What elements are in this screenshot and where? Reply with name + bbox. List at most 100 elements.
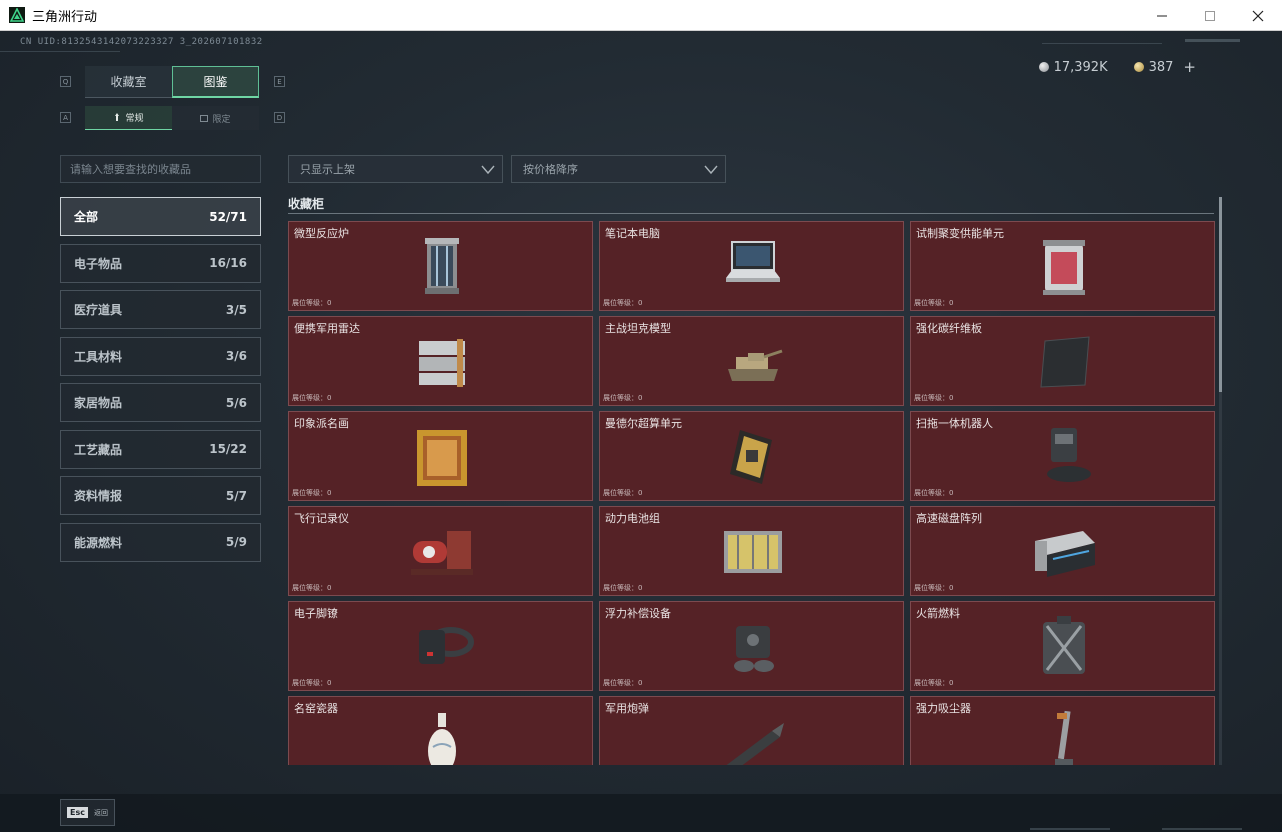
supercomputer-icon <box>730 430 772 484</box>
card-item-name: 飞行记录仪 <box>294 512 349 525</box>
footer-bar: Esc 返回 <box>0 794 1282 832</box>
fusion-unit-icon <box>1043 240 1085 295</box>
decorative-line <box>1042 43 1162 44</box>
category-count: 15/22 <box>209 442 247 456</box>
card-level-label: 展位等级：0 <box>914 489 954 497</box>
robot-vacuum-icon <box>1047 428 1091 482</box>
collection-card[interactable]: 笔记本电脑 展位等级：0 <box>599 221 904 311</box>
collection-card[interactable]: 飞行记录仪展位等级：0 <box>288 506 593 596</box>
collection-card[interactable]: 浮力补偿设备 展位等级：0 <box>599 601 904 691</box>
card-item-name: 军用炮弹 <box>605 702 649 715</box>
category-count: 5/7 <box>225 488 247 503</box>
card-item-name: 火箭燃料 <box>916 607 960 620</box>
card-item-name: 印象派名画 <box>294 417 349 430</box>
category-item[interactable]: 全部 52/71 <box>60 197 261 236</box>
collection-card[interactable]: 强化碳纤维板 展位等级：0 <box>910 316 1215 406</box>
reactor-icon <box>425 238 459 294</box>
painting-icon <box>417 430 467 486</box>
regular-icon <box>115 113 120 121</box>
section-title: 收藏柜 <box>288 197 325 211</box>
collection-card[interactable]: 试制聚变供能单元 展位等级：0 <box>910 221 1215 311</box>
category-label: 能源燃料 <box>74 535 123 550</box>
battery-pack-icon <box>724 531 782 573</box>
section-divider <box>288 213 1214 214</box>
close-button[interactable] <box>1234 0 1282 31</box>
card-item-name: 笔记本电脑 <box>605 227 660 240</box>
sort-dropdown[interactable]: 按价格降序 <box>511 155 726 183</box>
flight-recorder-icon <box>411 531 473 575</box>
category-count: 5/9 <box>225 535 247 549</box>
subtab-regular[interactable]: 常规 <box>85 106 172 130</box>
card-level-label: 展位等级：0 <box>603 489 643 497</box>
back-button[interactable]: Esc 返回 <box>60 799 115 826</box>
app-logo-icon <box>9 7 25 23</box>
card-level-label: 展位等级：0 <box>292 394 332 402</box>
tab-collection-room[interactable]: 收藏室 <box>85 66 172 98</box>
collection-card[interactable]: 主战坦克模型 展位等级：0 <box>599 316 904 406</box>
maximize-button[interactable] <box>1186 0 1234 31</box>
decorative-bar <box>1162 828 1242 830</box>
ankle-monitor-icon <box>419 627 474 664</box>
carbon-plate-icon <box>1040 336 1090 388</box>
collection-card[interactable]: 微型反应炉 展位等级：0 <box>288 221 593 311</box>
currency-gold: 387 <box>1133 60 1173 75</box>
category-item[interactable]: 工艺藏品 15/22 <box>60 429 261 469</box>
collection-card[interactable]: 便携军用雷达 展位等级：0 <box>288 316 593 406</box>
card-level-label: 展位等级：0 <box>292 679 332 687</box>
card-item-name: 试制聚变供能单元 <box>916 227 1004 240</box>
category-item[interactable]: 工具材料 3/6 <box>60 336 261 376</box>
category-count: 3/5 <box>225 302 247 317</box>
card-item-name: 动力电池组 <box>605 512 660 525</box>
card-level-label: 展位等级：0 <box>914 394 954 402</box>
subtab-limited-label: 限定 <box>212 114 231 125</box>
category-label: 电子物品 <box>74 256 123 271</box>
category-label: 家居物品 <box>74 396 123 410</box>
key-hint-e: E <box>274 76 285 87</box>
search-input[interactable] <box>60 155 261 183</box>
player-uid: CN UID:8132543142073223327 3_20260710183… <box>20 37 263 47</box>
category-item[interactable]: 资料情报 5/7 <box>60 476 261 515</box>
collection-card[interactable]: 动力电池组 展位等级：0 <box>599 506 904 596</box>
collection-card[interactable]: 名窑瓷器展位等级：0 <box>288 696 593 765</box>
decorative-bar <box>1030 828 1110 830</box>
category-count: 16/16 <box>209 256 247 270</box>
chevron-down-icon <box>704 165 718 175</box>
subtab-limited[interactable]: 限定 <box>172 106 259 130</box>
artillery-shell-icon <box>726 723 784 765</box>
category-item[interactable]: 家居物品 5/6 <box>60 383 261 422</box>
collection-card[interactable]: 火箭燃料 展位等级：0 <box>910 601 1215 691</box>
category-label: 医疗道具 <box>74 303 123 317</box>
card-item-name: 扫拖一体机器人 <box>916 417 993 430</box>
add-currency-button[interactable]: + <box>1183 58 1196 76</box>
category-item[interactable]: 医疗道具 3/5 <box>60 290 261 329</box>
card-level-label: 展位等级：0 <box>292 584 332 592</box>
card-item-name: 电子脚镣 <box>294 607 338 620</box>
radar-icon <box>419 339 465 387</box>
collection-card[interactable]: 扫拖一体机器人展位等级：0 <box>910 411 1215 501</box>
collection-card[interactable]: 曼德尔超算单元 展位等级：0 <box>599 411 904 501</box>
key-hint-d: D <box>274 112 285 123</box>
close-icon <box>1252 10 1264 21</box>
category-item[interactable]: 能源燃料 5/9 <box>60 522 261 562</box>
laptop-icon <box>726 241 780 282</box>
card-item-name: 强力吸尘器 <box>916 702 971 715</box>
collection-card[interactable]: 印象派名画 展位等级：0 <box>288 411 593 501</box>
game-screen: CN UID:8132543142073223327 3_20260710183… <box>0 31 1282 832</box>
category-item[interactable]: 电子物品 16/16 <box>60 243 261 283</box>
category-label: 工具材料 <box>74 349 123 364</box>
collection-card[interactable]: 强力吸尘器展位等级：0 <box>910 696 1215 765</box>
decorative-line <box>0 51 120 52</box>
scrollbar-thumb[interactable] <box>1219 197 1222 392</box>
minimize-button[interactable] <box>1138 0 1186 31</box>
collection-card[interactable]: 高速磁盘阵列 展位等级：0 <box>910 506 1215 596</box>
shelf-filter-dropdown[interactable]: 只显示上架 <box>288 155 503 183</box>
gold-coin-icon <box>1133 62 1144 72</box>
currency-silver: 17,392K <box>1038 60 1108 75</box>
back-label: 返回 <box>93 808 108 817</box>
collection-card[interactable]: 电子脚镣展位等级：0 <box>288 601 593 691</box>
category-count: 5/6 <box>225 395 247 410</box>
tab-encyclopedia[interactable]: 图鉴 <box>172 66 259 98</box>
limited-icon <box>200 114 209 122</box>
category-count: 3/6 <box>225 349 247 363</box>
collection-card[interactable]: 军用炮弹展位等级：0 <box>599 696 904 765</box>
